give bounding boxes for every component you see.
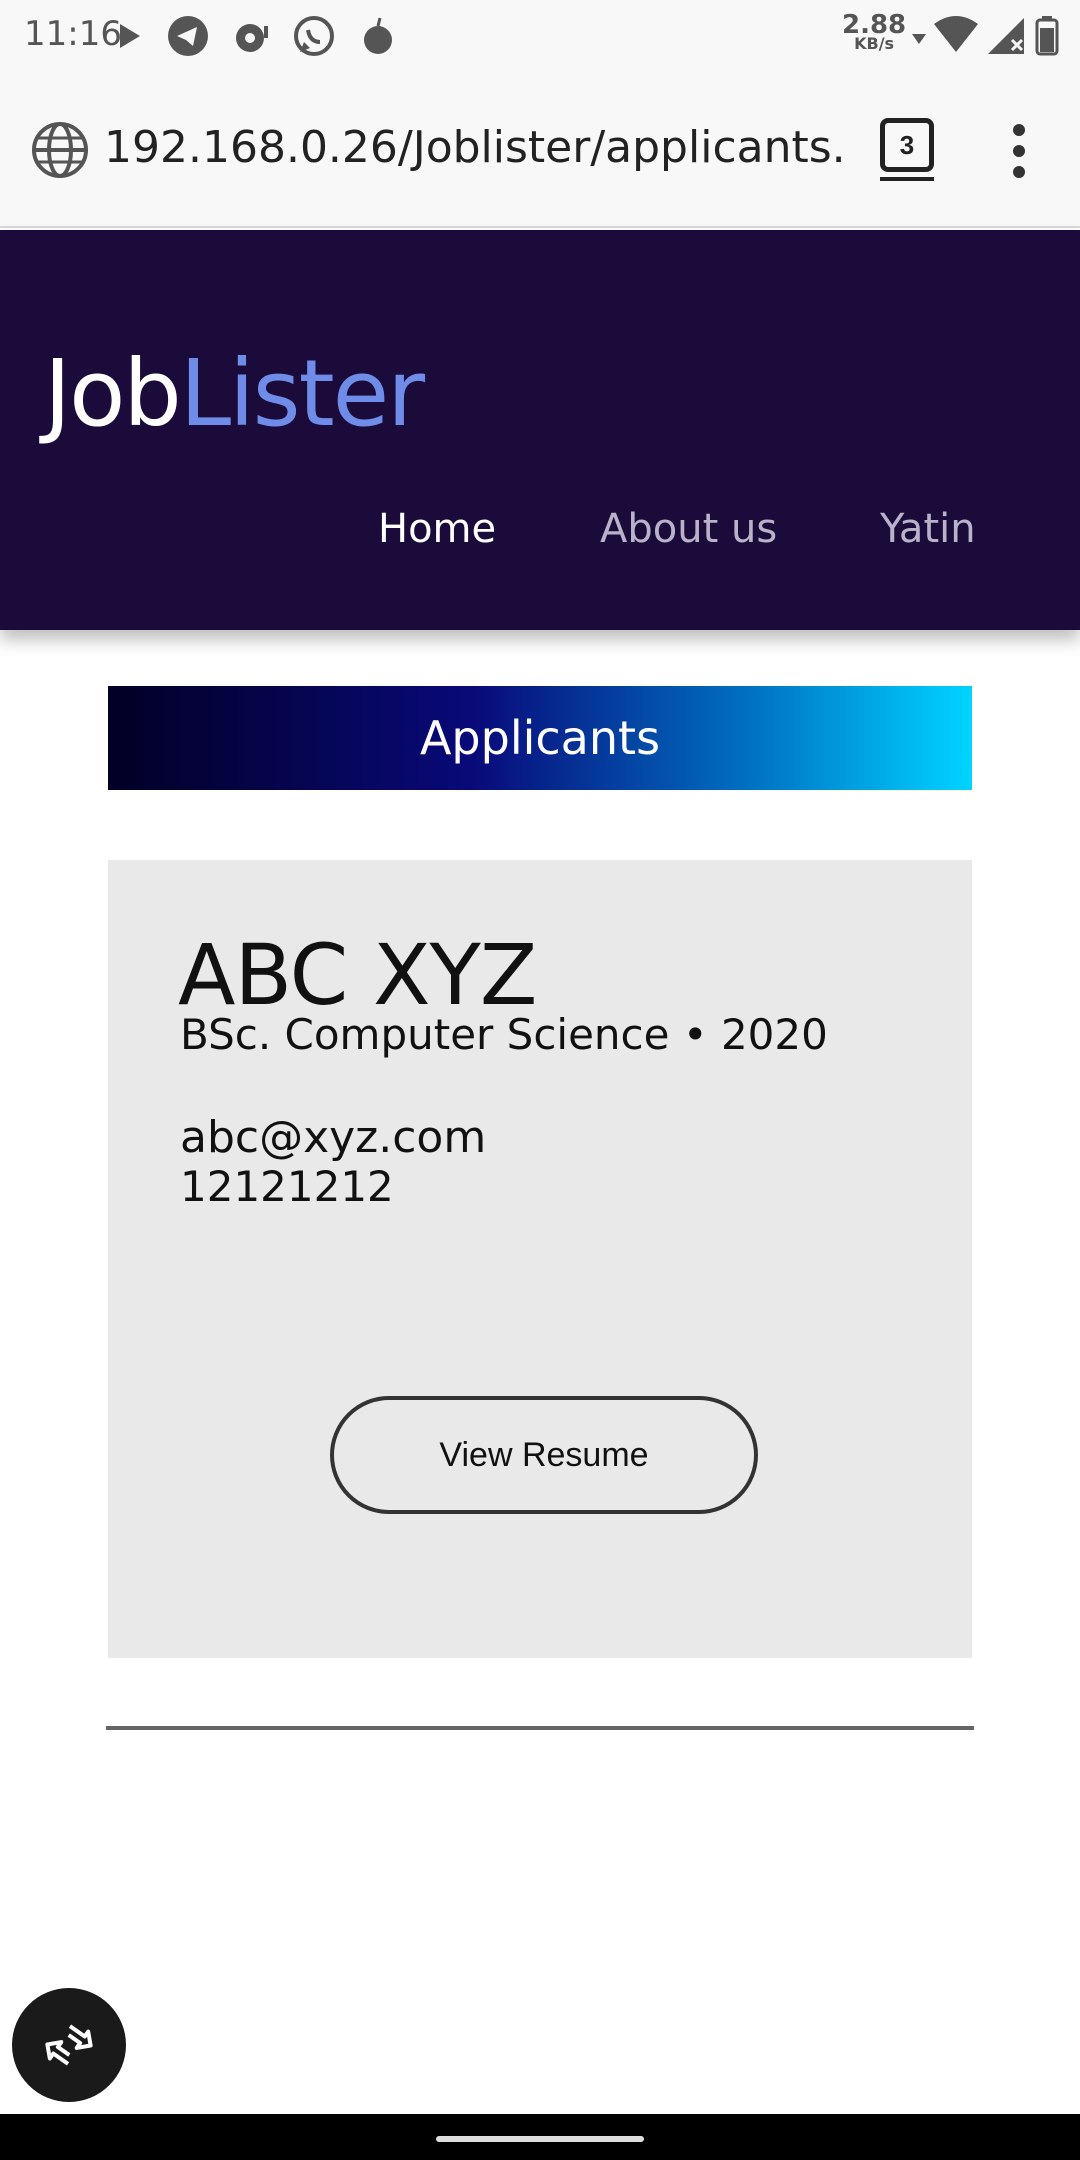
nav-user-link[interactable]: Yatin [880,506,976,552]
spy-icon [236,24,268,52]
applicant-card: ABC XYZ BSc. Computer Science • 2020 abc… [108,860,972,1658]
page-title-banner: Applicants [108,686,972,790]
globe-icon [32,122,88,178]
tab-switcher-button[interactable]: 3 [880,118,934,181]
data-arrow-icon [912,34,926,44]
browser-menu-icon[interactable] [1004,124,1034,180]
nav-about-link[interactable]: About us [600,506,777,552]
play-icon [120,24,140,48]
browser-toolbar: 192.168.0.26/Joblister/applicants.php 3 [0,72,1080,228]
bomb-icon [364,17,392,54]
site-header: JobLister Home About us Yatin [0,230,1080,630]
home-gesture-handle[interactable] [436,2136,644,2142]
applicant-phone: 12121212 [180,1162,394,1211]
divider [106,1726,974,1730]
screen: 11:16 2.88 KB/s 192.168.0.26/Joblister/a… [0,0,1080,2160]
logo-part-lister: Lister [179,340,425,447]
address-bar[interactable]: 192.168.0.26/Joblister/applicants.php [104,116,844,180]
net-speed: 2.88 KB/s [842,12,906,52]
logo-part-job: Job [44,340,182,447]
signal-icon [988,18,1024,54]
wifi-icon [934,16,978,52]
applicant-email: abc@xyz.com [180,1112,487,1163]
applicant-degree: BSc. Computer Science • 2020 [180,1010,828,1059]
battery-icon [1035,16,1059,56]
rotate-screen-button[interactable] [12,1988,126,2102]
status-bar: 11:16 2.88 KB/s [0,0,1080,72]
rotate-icon [45,2024,93,2066]
nav-home-link[interactable]: Home [378,506,496,552]
whatsapp-icon [294,16,334,56]
telegram-icon [168,16,208,56]
view-resume-button[interactable]: View Resume [330,1396,758,1514]
site-logo[interactable]: JobLister [44,340,425,447]
system-navigation-bar [0,2114,1080,2160]
